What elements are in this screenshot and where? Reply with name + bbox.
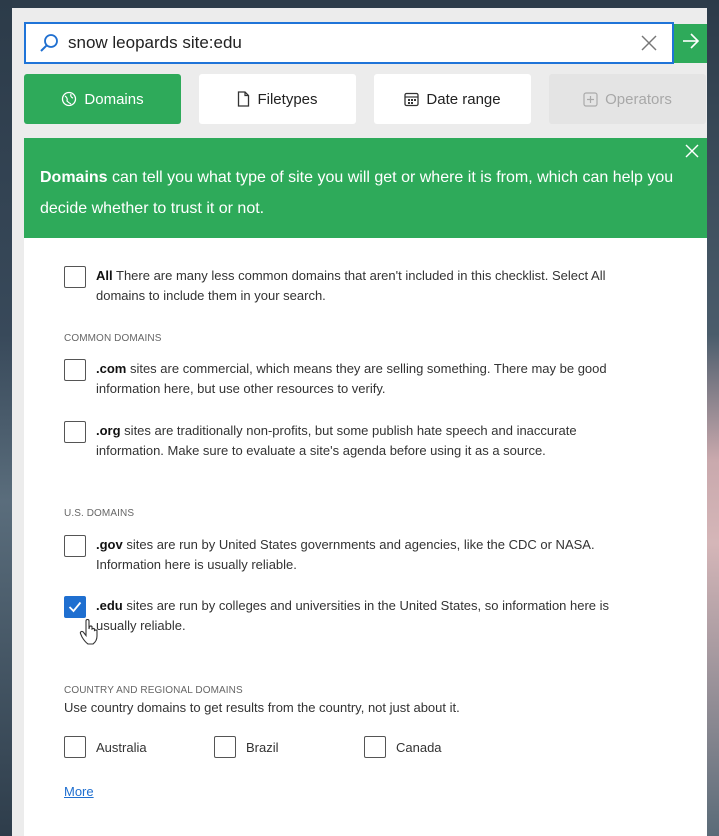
- globe-icon: [61, 91, 77, 107]
- background-left: [0, 0, 12, 836]
- banner-bold-term: Domains: [40, 169, 108, 186]
- option-text: All There are many less common domains t…: [96, 266, 644, 306]
- hand-cursor-icon: [79, 618, 101, 650]
- option-label: .edu: [96, 598, 123, 613]
- tab-label: Filetypes: [257, 90, 318, 108]
- banner-text: Domains can tell you what type of site y…: [40, 162, 680, 224]
- calendar-icon: [404, 92, 420, 107]
- section-heading-us: U.S. DOMAINS: [64, 508, 135, 519]
- option-brazil[interactable]: Brazil: [214, 736, 279, 758]
- tab-label: Date range: [426, 90, 501, 108]
- option-label: All: [96, 268, 113, 283]
- option-description: sites are traditionally non-profits, but…: [96, 423, 577, 458]
- country-note: Use country domains to get results from …: [64, 700, 460, 715]
- tab-date-range[interactable]: Date range: [374, 74, 531, 124]
- close-icon[interactable]: [685, 144, 703, 162]
- option-gov[interactable]: .gov sites are run by United States gove…: [64, 535, 644, 575]
- option-edu[interactable]: .edu sites are run by colleges and unive…: [64, 596, 644, 636]
- search-input[interactable]: [62, 28, 634, 58]
- option-label: .gov: [96, 537, 123, 552]
- option-org[interactable]: .org sites are traditionally non-profits…: [64, 421, 644, 461]
- tab-label: Operators: [605, 90, 672, 108]
- option-text: .gov sites are run by United States gove…: [96, 535, 644, 575]
- option-text: .com sites are commercial, which means t…: [96, 359, 644, 399]
- more-link[interactable]: More: [64, 784, 94, 799]
- option-description: sites are commercial, which means they a…: [96, 361, 607, 396]
- search-submit-button[interactable]: [674, 24, 707, 63]
- checkbox-com[interactable]: [64, 359, 86, 381]
- option-label: .org: [96, 423, 121, 438]
- tab-operators[interactable]: Operators: [549, 74, 706, 124]
- tab-domains[interactable]: Domains: [24, 74, 181, 124]
- option-text: .org sites are traditionally non-profits…: [96, 421, 644, 461]
- checkbox-canada[interactable]: [364, 736, 386, 758]
- search-bar: [24, 22, 674, 64]
- checkbox-gov[interactable]: [64, 535, 86, 557]
- info-banner: Domains can tell you what type of site y…: [24, 138, 707, 238]
- checkbox-brazil[interactable]: [214, 736, 236, 758]
- option-description: sites are run by United States governmen…: [96, 537, 595, 572]
- option-label: Brazil: [246, 739, 279, 755]
- arrow-right-icon: [681, 32, 701, 55]
- domains-panel: Domains can tell you what type of site y…: [24, 138, 707, 836]
- file-icon: [237, 91, 250, 107]
- option-label: Canada: [396, 739, 442, 755]
- search-icon: [36, 30, 62, 56]
- option-australia[interactable]: Australia: [64, 736, 147, 758]
- filter-tabs: Domains Filetypes Date range Operators: [24, 74, 707, 126]
- plus-box-icon: [583, 91, 598, 107]
- section-heading-country: COUNTRY AND REGIONAL DOMAINS: [64, 685, 243, 696]
- option-canada[interactable]: Canada: [364, 736, 442, 758]
- checkbox-edu[interactable]: [64, 596, 86, 618]
- option-description: sites are run by colleges and universiti…: [96, 598, 610, 633]
- clear-icon[interactable]: [634, 28, 664, 58]
- checkbox-all[interactable]: [64, 266, 86, 288]
- option-description: There are many less common domains that …: [96, 268, 606, 303]
- tab-label: Domains: [84, 90, 144, 108]
- banner-description: can tell you what type of site you will …: [40, 169, 674, 217]
- search-builder-window: Domains Filetypes Date range Operators D…: [12, 8, 707, 836]
- option-text: .edu sites are run by colleges and unive…: [96, 596, 644, 636]
- tab-filetypes[interactable]: Filetypes: [199, 74, 356, 124]
- option-com[interactable]: .com sites are commercial, which means t…: [64, 359, 644, 399]
- option-label: .com: [96, 361, 127, 376]
- section-heading-common: COMMON DOMAINS: [64, 333, 162, 344]
- checkbox-australia[interactable]: [64, 736, 86, 758]
- background-right: [707, 0, 719, 836]
- option-label: Australia: [96, 739, 147, 755]
- checkbox-org[interactable]: [64, 421, 86, 443]
- option-all[interactable]: All There are many less common domains t…: [64, 266, 644, 306]
